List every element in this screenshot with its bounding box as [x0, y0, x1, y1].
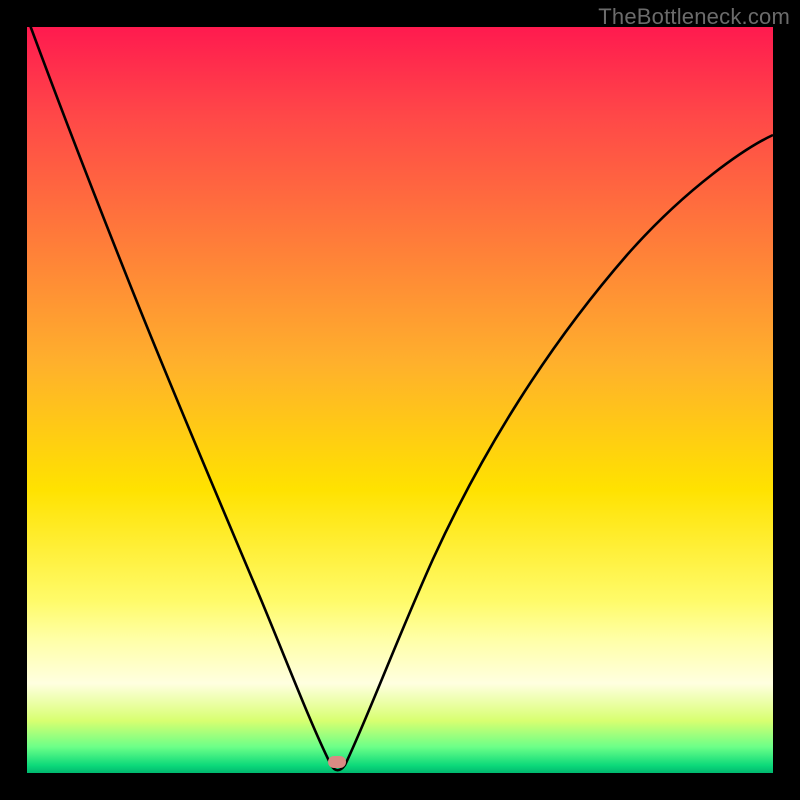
plot-area: [27, 27, 773, 773]
bottleneck-curve: [27, 27, 773, 770]
optimal-marker: [328, 756, 346, 768]
watermark-text: TheBottleneck.com: [598, 4, 790, 30]
chart-frame: TheBottleneck.com: [0, 0, 800, 800]
curve-svg: [27, 27, 773, 773]
